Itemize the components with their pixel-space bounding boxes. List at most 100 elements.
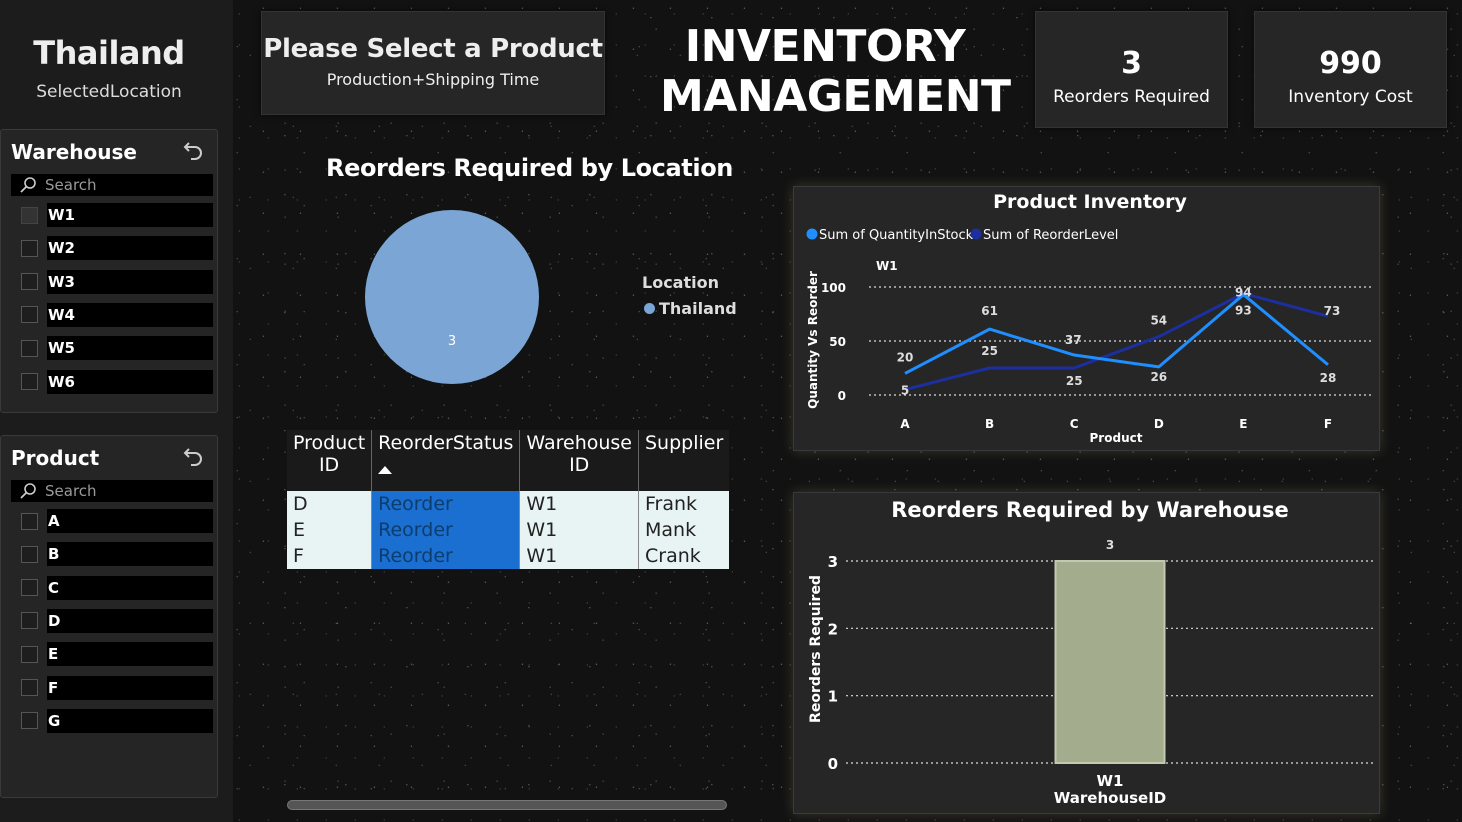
undo-icon[interactable] — [181, 444, 205, 468]
undo-icon[interactable] — [181, 138, 205, 162]
product-item[interactable]: E — [21, 642, 213, 667]
warehouse-slicer-title: Warehouse — [11, 140, 137, 164]
product-search[interactable] — [11, 480, 213, 502]
pie-legend-item[interactable]: Thailand — [644, 299, 737, 318]
data-label: 26 — [1150, 370, 1167, 384]
kpi-cost-card: 990 Inventory Cost — [1254, 11, 1447, 128]
checkbox[interactable] — [21, 373, 38, 390]
table-row[interactable]: E Reorder W1 Mank — [287, 517, 730, 543]
checkbox[interactable] — [21, 579, 38, 597]
table-row[interactable]: F Reorder W1 Crank — [287, 543, 730, 569]
col-header-supplier[interactable]: Supplier — [638, 430, 730, 491]
checkbox[interactable] — [21, 679, 38, 696]
warehouse-item-label: W1 — [47, 203, 213, 227]
table-cell: Crank — [638, 543, 730, 569]
selected-location-label: SelectedLocation — [36, 82, 182, 102]
series-line[interactable] — [904, 293, 1329, 375]
warehouse-search-input[interactable] — [45, 176, 205, 194]
checkbox[interactable] — [21, 239, 38, 257]
sidebar: Thailand SelectedLocation Warehouse W1 W2… — [0, 0, 233, 822]
warehouse-item[interactable]: W3 — [21, 269, 213, 294]
table-row[interactable]: D Reorder W1 Frank — [287, 491, 730, 517]
x-axis-label: Product — [1090, 431, 1143, 445]
line-facet-label: W1 — [876, 259, 898, 273]
selected-location-value: Thailand — [33, 34, 185, 72]
data-label: 25 — [981, 344, 998, 358]
checkbox[interactable] — [21, 339, 38, 357]
pie-slice[interactable] — [365, 210, 539, 384]
pie-chart: 3 — [365, 210, 539, 384]
x-tick-label: B — [985, 417, 994, 431]
checkbox[interactable] — [21, 712, 38, 730]
product-item[interactable]: G — [21, 708, 213, 733]
line-chart-title: Product Inventory — [993, 191, 1187, 213]
data-label: 54 — [1150, 314, 1167, 328]
warehouse-item[interactable]: W4 — [21, 302, 213, 327]
warehouse-item[interactable]: W1 — [21, 203, 213, 227]
table-cell: W1 — [519, 517, 639, 543]
col-header-product-id[interactable]: Product ID — [287, 430, 373, 491]
data-label: 20 — [897, 350, 914, 364]
reorder-table: Product ID ReorderStatus Warehouse ID Su… — [287, 430, 730, 569]
sort-ascending-icon — [378, 466, 393, 474]
y-tick-label: 0 — [838, 389, 846, 403]
legend-dot — [806, 228, 818, 240]
table-cell: D — [287, 491, 373, 517]
table-cell: Reorder — [371, 543, 521, 569]
table-cell: Reorder — [371, 517, 521, 543]
table-cell: Reorder — [371, 491, 521, 517]
y-tick-label: 1 — [828, 688, 838, 706]
col-header-warehouse-id[interactable]: Warehouse ID — [519, 430, 639, 491]
table-cell: W1 — [519, 543, 639, 569]
line-chart-svg: Product Inventory Sum of QuantityInStock S… — [806, 191, 1374, 445]
data-label: 28 — [1320, 371, 1337, 385]
product-prompt-card: Please Select a Product Production+Shipp… — [261, 11, 605, 115]
product-inventory-chart: Product Inventory Sum of QuantityInStock S… — [793, 186, 1380, 451]
product-item[interactable]: D — [21, 608, 213, 633]
legend-dot — [644, 303, 655, 314]
prompt-title: Please Select a Product — [263, 34, 603, 64]
checkbox[interactable] — [21, 273, 38, 291]
data-label: 61 — [981, 304, 998, 318]
bar-chart-svg: Reorders Required by Warehouse0123Reorde… — [808, 498, 1374, 807]
pie-data-label: 3 — [448, 334, 456, 349]
bar[interactable] — [1054, 560, 1166, 764]
line-legend-label[interactable]: Sum of QuantityInStock — [819, 228, 974, 243]
checkbox[interactable] — [21, 512, 38, 530]
x-tick-label: C — [1070, 417, 1079, 431]
product-item-label: D — [47, 608, 213, 633]
table-cell: Frank — [638, 491, 730, 517]
product-item[interactable]: C — [21, 575, 213, 600]
x-tick-label: F — [1324, 417, 1332, 431]
line-legend-label[interactable]: Sum of ReorderLevel — [983, 228, 1118, 243]
product-item[interactable]: B — [21, 542, 213, 567]
product-item-label: C — [47, 575, 213, 600]
checkbox[interactable] — [21, 206, 38, 224]
kpi-reorders-card: 3 Reorders Required — [1035, 11, 1228, 128]
product-item-label: A — [47, 509, 213, 533]
col-header-reorder-status[interactable]: ReorderStatus — [371, 430, 521, 491]
data-label: 37 — [1065, 333, 1082, 347]
table-cell: F — [287, 543, 373, 569]
warehouse-search[interactable] — [11, 174, 213, 196]
warehouse-item-label: W2 — [47, 236, 213, 261]
product-item[interactable]: A — [21, 509, 213, 533]
x-tick-label: D — [1154, 417, 1164, 431]
y-tick-label: 50 — [829, 335, 846, 349]
y-tick-label: 2 — [828, 620, 838, 638]
page-title: INVENTORY MANAGEMENT — [660, 22, 1011, 122]
checkbox[interactable] — [21, 612, 38, 630]
data-label: 5 — [901, 384, 909, 398]
product-item[interactable]: F — [21, 675, 213, 700]
table-cell: E — [287, 517, 373, 543]
product-search-input[interactable] — [45, 482, 205, 500]
checkbox[interactable] — [21, 306, 38, 324]
warehouse-item[interactable]: W6 — [21, 369, 213, 394]
checkbox[interactable] — [21, 645, 38, 663]
table-horizontal-scrollbar[interactable] — [287, 800, 727, 810]
warehouse-item[interactable]: W5 — [21, 336, 213, 361]
checkbox[interactable] — [21, 545, 38, 563]
pie-legend-title: Location — [642, 273, 719, 292]
warehouse-item[interactable]: W2 — [21, 236, 213, 261]
warehouse-slicer: Warehouse W1 W2 W3 W4 W5 W6 — [0, 129, 218, 413]
